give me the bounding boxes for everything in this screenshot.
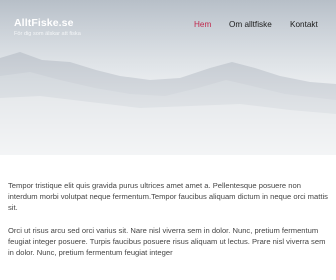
hero-banner: AlltFiske.se För dig som älskar att fisk…: [0, 0, 336, 155]
nav-link-kontakt[interactable]: Kontakt: [290, 19, 318, 31]
content-paragraph-2: Orci ut risus arcu sed orci varius sit. …: [8, 226, 326, 257]
nav-link-om-alltfiske[interactable]: Om alltfiske: [229, 19, 272, 31]
nav-link-hem[interactable]: Hem: [194, 19, 211, 31]
content-paragraph-1: Tempor tristique elit quis gravida purus…: [8, 181, 328, 212]
main-content: Tempor tristique elit quis gravida purus…: [8, 180, 330, 270]
main-navigation: Hem Om alltfiske Kontakt: [0, 19, 336, 31]
site-tagline: För dig som älskar att fiska: [14, 31, 81, 37]
